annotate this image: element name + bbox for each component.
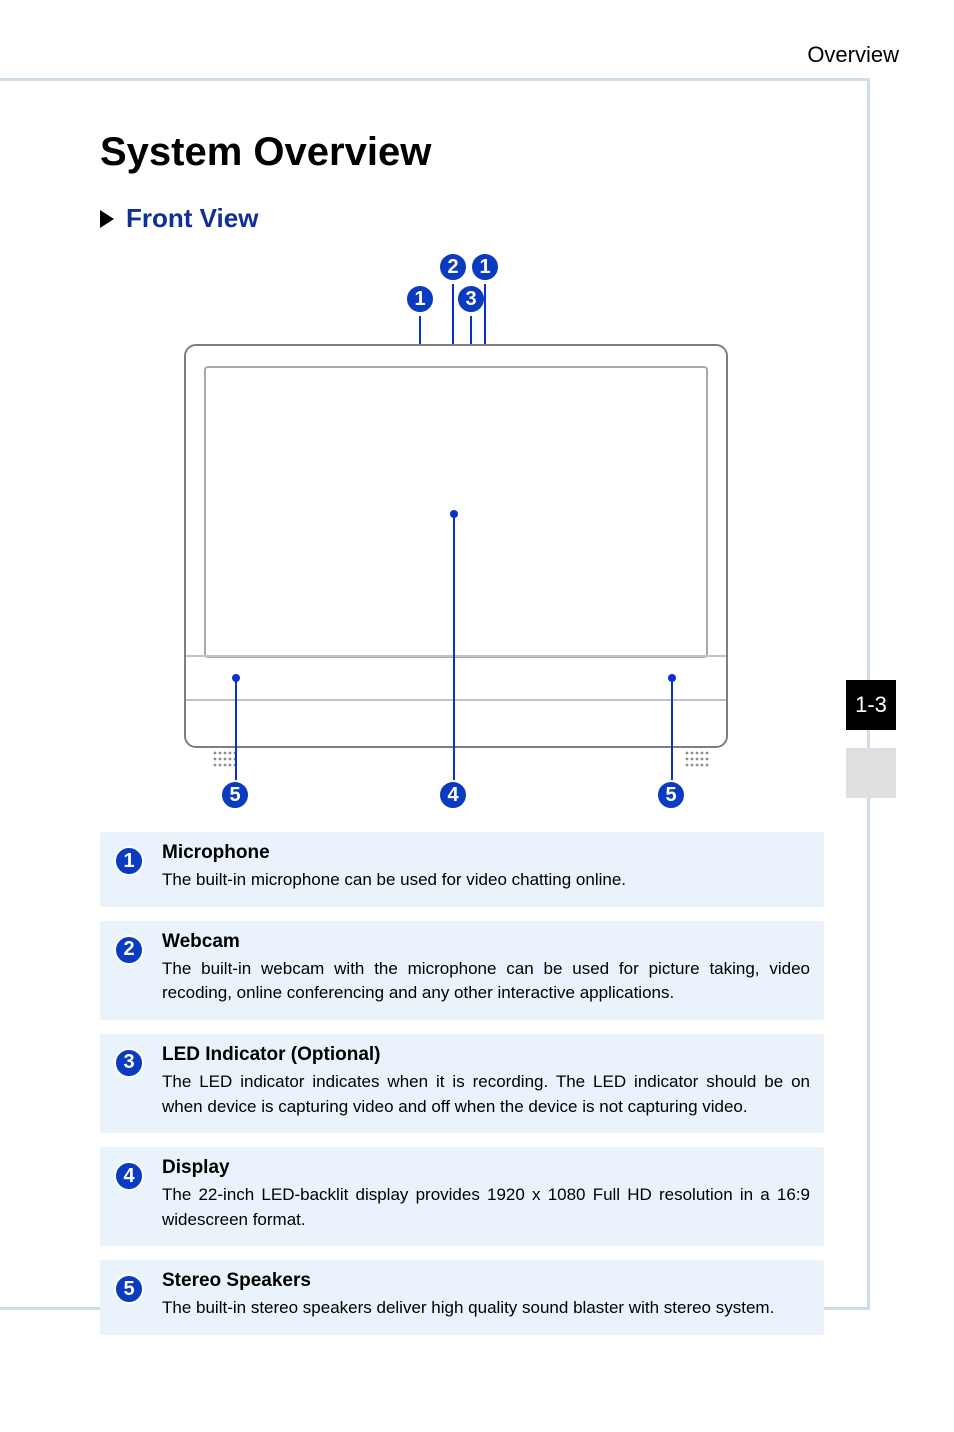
leader-line — [452, 284, 454, 346]
legend-item: 3 LED Indicator (Optional) The LED indic… — [100, 1034, 824, 1133]
callout-badge-1-left: 1 — [405, 284, 435, 314]
legend-desc: The LED indicator indicates when it is r… — [162, 1070, 810, 1119]
legend-desc: The built-in webcam with the microphone … — [162, 957, 810, 1006]
legend-title: Microphone — [162, 842, 626, 864]
legend-list: 1 Microphone The built-in microphone can… — [100, 832, 824, 1335]
callout-badge-3: 3 — [456, 284, 486, 314]
legend-text: Webcam The built-in webcam with the micr… — [162, 931, 810, 1006]
front-view-diagram: 1 2 1 3 — [102, 244, 822, 824]
legend-text: LED Indicator (Optional) The LED indicat… — [162, 1044, 810, 1119]
callout-badge-5-right: 5 — [656, 780, 686, 810]
legend-badge: 3 — [114, 1048, 144, 1078]
leader-line — [484, 284, 486, 346]
legend-badge: 2 — [114, 935, 144, 965]
page-number-tab: 1-3 — [846, 680, 896, 730]
monitor-strip — [186, 655, 726, 701]
legend-item: 1 Microphone The built-in microphone can… — [100, 832, 824, 907]
leader-line — [419, 316, 421, 346]
legend-item: 5 Stereo Speakers The built-in stereo sp… — [100, 1260, 824, 1335]
leader-line — [671, 680, 673, 780]
legend-item: 2 Webcam The built-in webcam with the mi… — [100, 921, 824, 1020]
leader-line — [453, 516, 455, 780]
legend-text: Display The 22-inch LED-backlit display … — [162, 1157, 810, 1232]
subsection-header: Front View — [100, 203, 824, 234]
legend-title: LED Indicator (Optional) — [162, 1044, 810, 1066]
legend-title: Webcam — [162, 931, 810, 953]
legend-text: Stereo Speakers The built-in stereo spea… — [162, 1270, 774, 1321]
leader-line — [470, 316, 472, 346]
leader-line — [235, 680, 237, 780]
legend-badge: 4 — [114, 1161, 144, 1191]
callout-badge-5-left: 5 — [220, 780, 250, 810]
page-tab-spacer — [846, 748, 896, 798]
callout-badge-1-right: 1 — [470, 252, 500, 282]
content-area: System Overview Front View 1 2 1 3 — [100, 130, 824, 1349]
monitor-outline — [184, 344, 728, 748]
legend-desc: The built-in microphone can be used for … — [162, 868, 626, 893]
chevron-right-icon — [100, 210, 116, 228]
header-section-label: Overview — [807, 42, 899, 68]
page-title: System Overview — [100, 130, 824, 175]
legend-desc: The built-in stereo speakers deliver hig… — [162, 1296, 774, 1321]
top-rule — [0, 78, 870, 81]
callout-badge-2: 2 — [438, 252, 468, 282]
legend-item: 4 Display The 22-inch LED-backlit displa… — [100, 1147, 824, 1246]
subsection-title: Front View — [126, 203, 258, 234]
legend-title: Stereo Speakers — [162, 1270, 774, 1292]
legend-text: Microphone The built-in microphone can b… — [162, 842, 626, 893]
legend-badge: 1 — [114, 846, 144, 876]
page: Overview 1-3 System Overview Front View … — [0, 0, 954, 1432]
legend-title: Display — [162, 1157, 810, 1179]
legend-desc: The 22-inch LED-backlit display provides… — [162, 1183, 810, 1232]
callout-badge-4: 4 — [438, 780, 468, 810]
legend-badge: 5 — [114, 1274, 144, 1304]
speaker-grill-right-icon — [684, 750, 712, 768]
